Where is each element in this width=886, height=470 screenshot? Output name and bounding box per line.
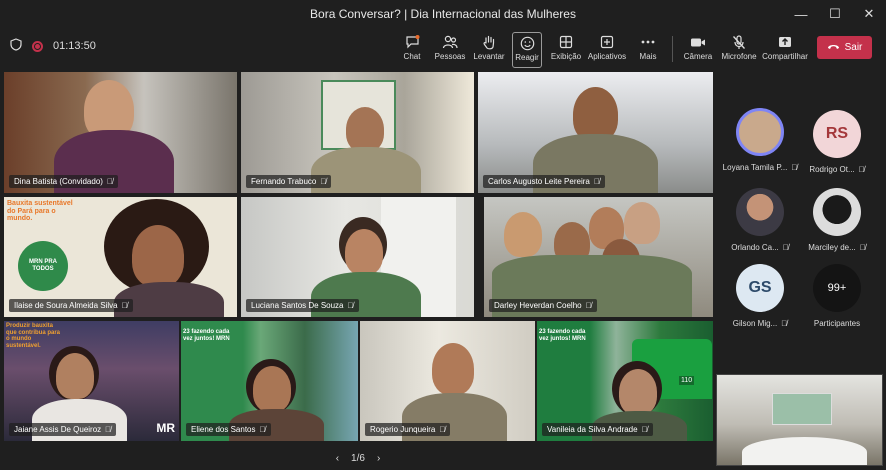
participant-nameplate: Jaiane Assis De Queiroz 🎙̸ <box>9 423 117 436</box>
video-tile[interactable]: Fernando Trabuco 🎙̸ <box>241 72 474 193</box>
mic-off-icon: 🎙̸ <box>121 301 128 310</box>
apps-button[interactable]: Aplicativos <box>588 32 626 68</box>
chat-icon <box>405 32 420 52</box>
avatar: GS <box>736 264 784 312</box>
participant-avatar-tile[interactable]: Loyana Tamila P... 🎙̸ <box>720 108 800 172</box>
title-bar: Bora Conversar? | Dia Internacional das … <box>0 0 886 28</box>
participant-nameplate: Carlos Augusto Leite Pereira 🎙̸ <box>483 175 605 188</box>
participant-avatar-tile[interactable]: Marciley de... 🎙̸ <box>797 188 877 252</box>
avatar <box>736 108 784 156</box>
meeting-toolbar: 01:13:50 Chat Pessoas Levantar Reagir Ex… <box>0 28 886 70</box>
react-button[interactable]: Reagir <box>512 32 542 68</box>
gallery-pager: ‹ 1/6 › <box>0 446 716 470</box>
avatar <box>813 188 861 236</box>
shield-icon <box>10 38 22 54</box>
window-controls: — ☐ ✕ <box>784 0 886 28</box>
share-icon <box>778 32 792 52</box>
avatar <box>736 188 784 236</box>
participant-nameplate: Darley Heverdan Coelho 🎙̸ <box>489 299 597 312</box>
mic-off-icon <box>732 32 746 52</box>
mic-off-icon: 🎙̸ <box>347 301 354 310</box>
participant-nameplate: Luciana Santos De Souza 🎙̸ <box>246 299 359 312</box>
banner-text: 23 fazendo cada vez juntos! MRN <box>539 329 586 343</box>
mic-off-icon: 🎙̸ <box>858 165 865 174</box>
minimize-button[interactable]: — <box>784 0 818 28</box>
toolbar-divider <box>672 36 673 62</box>
mic-off-icon: 🎙̸ <box>641 425 648 434</box>
mic-off-icon: 🎙̸ <box>320 177 327 186</box>
participant-avatar-tile[interactable]: Orlando Ca... 🎙̸ <box>720 188 800 252</box>
mic-off-icon: 🎙̸ <box>859 243 866 252</box>
mic-off-icon: 🎙̸ <box>593 177 600 186</box>
chevron-left-icon[interactable]: ‹ <box>336 453 339 464</box>
video-tile[interactable]: 23 fazendo cada vez juntos! MRN Eliene d… <box>181 321 358 441</box>
participant-avatar-tile[interactable]: GS Gilson Mig... 🎙̸ <box>720 264 800 328</box>
mic-off-icon: 🎙̸ <box>781 319 788 328</box>
video-tile[interactable]: Bauxita sustentável do Pará para o mundo… <box>4 197 237 317</box>
microphone-button[interactable]: Microfone <box>720 32 758 68</box>
locomotive-number: 110 <box>679 376 695 385</box>
view-button[interactable]: Exibição <box>550 32 582 68</box>
people-button[interactable]: Pessoas <box>434 32 466 68</box>
meeting-status: 01:13:50 <box>10 38 96 54</box>
video-tile[interactable]: Produzir bauxita que contribua para o mu… <box>4 321 179 441</box>
participant-nameplate: Rogerio Junqueira 🎙̸ <box>365 423 451 436</box>
raise-hand-icon <box>482 32 496 52</box>
video-tile[interactable]: Dina Batista (Convidado) 🎙̸ <box>4 72 237 193</box>
react-icon <box>520 33 535 53</box>
maximize-button[interactable]: ☐ <box>818 0 852 28</box>
more-icon <box>641 32 655 52</box>
banner-text: 23 fazendo cada vez juntos! MRN <box>183 329 230 343</box>
participant-nameplate: Dina Batista (Convidado) 🎙̸ <box>9 175 118 188</box>
meeting-timer: 01:13:50 <box>53 40 96 52</box>
banner-text: Produzir bauxita que contribua para o mu… <box>6 323 61 349</box>
participant-nameplate: Fernando Trabuco 🎙̸ <box>246 175 332 188</box>
self-view[interactable] <box>716 374 883 466</box>
video-tile[interactable]: 23 fazendo cada vez juntos! MRN 110 Vani… <box>537 321 713 441</box>
view-icon <box>559 32 573 52</box>
video-tile[interactable]: Darley Heverdan Coelho 🎙̸ <box>484 197 713 317</box>
participants-overflow-button[interactable]: 99+ Participantes <box>797 264 877 328</box>
raise-hand-button[interactable]: Levantar <box>472 32 506 68</box>
mic-off-icon: 🎙̸ <box>782 243 789 252</box>
overflow-count: 99+ <box>813 264 861 312</box>
avatar: RS <box>813 110 861 158</box>
video-tile[interactable]: Rogerio Junqueira 🎙̸ <box>360 321 535 441</box>
leave-button[interactable]: Sair <box>817 36 872 59</box>
mic-off-icon: 🎙̸ <box>439 425 446 434</box>
participant-nameplate: Ilaise de Soura Almeida Silva 🎙̸ <box>9 299 133 312</box>
phone-hangup-icon <box>827 42 840 53</box>
chevron-right-icon[interactable]: › <box>377 453 380 464</box>
apps-icon <box>600 32 614 52</box>
recording-icon <box>32 40 43 52</box>
mic-off-icon: 🎙̸ <box>105 425 112 434</box>
chat-button[interactable]: Chat <box>400 32 424 68</box>
mic-off-icon: 🎙̸ <box>585 301 592 310</box>
video-tile[interactable]: Carlos Augusto Leite Pereira 🎙̸ <box>478 72 713 193</box>
mrn-logo-mark: MR <box>156 421 175 435</box>
banner-text: Bauxita sustentável do Pará para o mundo… <box>7 200 73 223</box>
participant-avatar-tile[interactable]: RS Rodrigo Ot... 🎙̸ <box>797 110 877 174</box>
close-button[interactable]: ✕ <box>852 0 886 28</box>
mic-off-icon: 🎙̸ <box>259 425 266 434</box>
people-icon <box>442 32 458 52</box>
mic-off-icon: 🎙̸ <box>106 177 113 186</box>
video-grid: Dina Batista (Convidado) 🎙̸ Fernando Trab… <box>0 70 716 446</box>
share-button[interactable]: Compartilhar <box>762 32 808 68</box>
camera-icon <box>690 32 706 52</box>
participant-nameplate: Eliene dos Santos 🎙̸ <box>186 423 271 436</box>
mrn-logo-text: MRN PRA TODOS <box>29 259 57 272</box>
page-indicator: 1/6 <box>351 452 365 464</box>
window-title: Bora Conversar? | Dia Internacional das … <box>310 7 576 21</box>
camera-button[interactable]: Câmera <box>683 32 713 68</box>
video-tile[interactable]: Luciana Santos De Souza 🎙̸ <box>241 197 474 317</box>
more-button[interactable]: Mais <box>636 32 660 68</box>
participant-nameplate: Vanileia da Silva Andrade 🎙̸ <box>542 423 653 436</box>
